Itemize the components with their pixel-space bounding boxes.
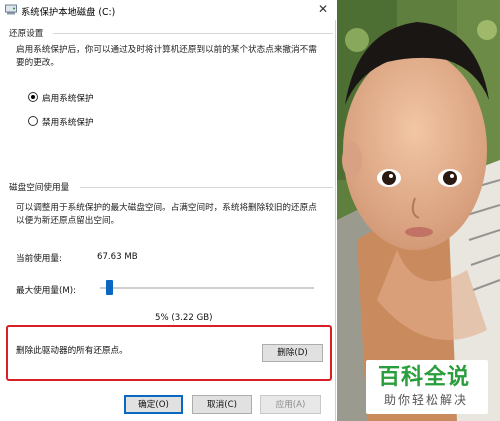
window-title: 系统保护本地磁盘 (C:) [21,7,116,18]
max-usage-slider-track[interactable] [100,287,314,289]
divider [53,33,333,34]
disk-usage-heading: 磁盘空间使用量 [9,183,70,193]
enable-protection-radio[interactable] [28,92,38,102]
child-photo [337,0,500,421]
max-usage-readout: 5% (3.22 GB) [155,313,213,323]
divider [80,187,333,188]
cancel-button[interactable]: 取消(C) [192,395,252,414]
max-usage-slider-thumb[interactable] [106,280,113,295]
enable-protection-label[interactable]: 启用系统保护 [42,92,94,104]
title-bar[interactable]: 系统保护本地磁盘 (C:) ✕ [0,0,336,20]
restore-description: 启用系统保护后，你可以通过及时将计算机还原到以前的某个状态点来撤消不需 要的更改… [16,44,328,70]
disk-description-line: 可以调整用于系统保护的最大磁盘空间。占满空间时，系统将删除较旧的还原点 [16,203,317,213]
disable-protection-label[interactable]: 禁用系统保护 [42,116,94,128]
system-protection-dialog: 系统保护本地磁盘 (C:) ✕ 还原设置 启用系统保护后，你可以通过及时将计算机… [0,0,336,421]
ok-button[interactable]: 确定(O) [124,395,183,414]
watermark-brand: 百科全说 [378,365,471,390]
max-usage-label: 最大使用量(M): [16,286,76,296]
restore-description-line: 启用系统保护后，你可以通过及时将计算机还原到以前的某个状态点来撤消不需 [16,45,317,55]
radio-selected-dot [31,95,35,99]
current-usage-label: 当前使用量: [16,254,62,264]
apply-button[interactable]: 应用(A) [260,395,321,414]
highlight-box [6,325,332,381]
child-photo-illustration [337,0,500,421]
restore-description-line: 要的更改。 [16,58,59,68]
restore-settings-heading: 还原设置 [9,29,44,39]
drive-icon [5,4,17,15]
watermark-slogan: 助你轻松解决 [384,393,469,407]
disk-description-line: 以便为新还原点留出空间。 [16,216,120,226]
current-usage-value: 67.63 MB [97,252,138,262]
close-button[interactable]: ✕ [310,0,336,20]
disable-protection-radio[interactable] [28,116,38,126]
disk-description: 可以调整用于系统保护的最大磁盘空间。占满空间时，系统将删除较旧的还原点 以便为新… [16,202,332,228]
